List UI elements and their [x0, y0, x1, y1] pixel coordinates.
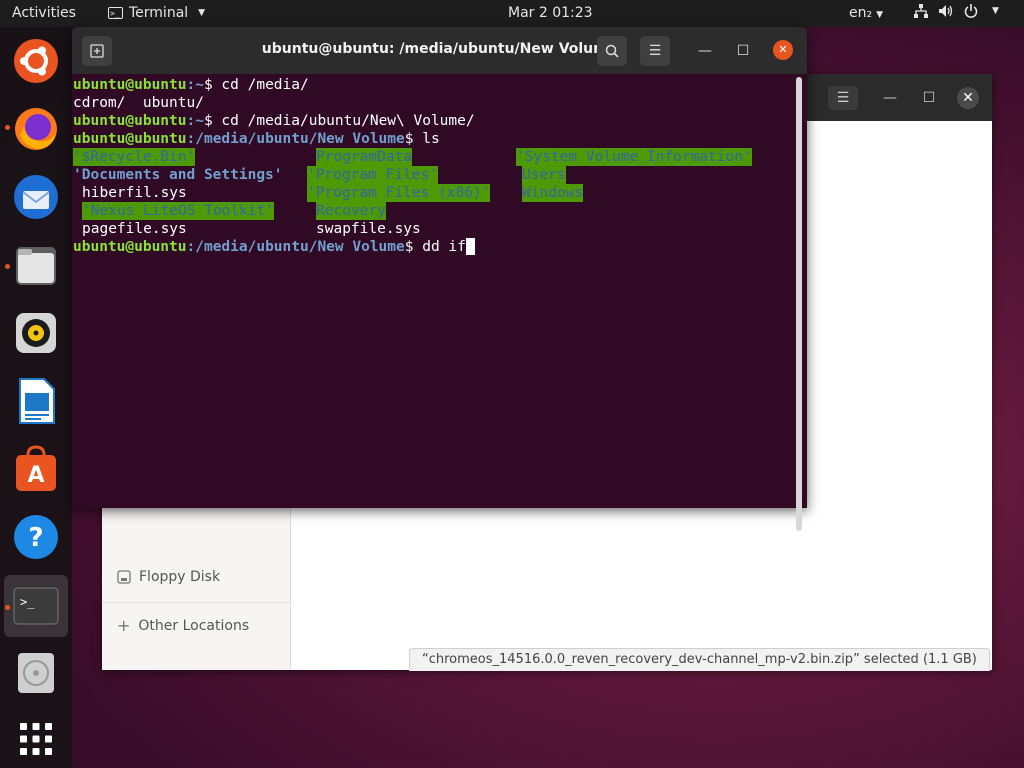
- thunderbird-icon[interactable]: [12, 173, 60, 221]
- ls-entry: ProgramData: [316, 148, 413, 166]
- terminal-window[interactable]: ubuntu@ubuntu: /media/ubuntu/New Volume …: [72, 27, 807, 531]
- terminal-line: ubuntu@ubuntu:/media/ubuntu/New Volume$ …: [73, 130, 793, 148]
- close-icon[interactable]: ✕: [957, 87, 979, 109]
- ls-entry: swapfile.sys: [316, 221, 421, 237]
- ls-entry: 'Nexus LiteOS Toolkit': [82, 202, 275, 220]
- ubuntu-installer-icon[interactable]: [12, 37, 60, 85]
- prompt-path: :/media/ubuntu/New Volume: [186, 131, 405, 147]
- chevron-down-icon: ▼: [876, 10, 884, 20]
- terminal-icon[interactable]: >_: [12, 582, 60, 630]
- terminal-output[interactable]: ubuntu@ubuntu:~$ cd /media/ cdrom/ ubunt…: [73, 74, 793, 506]
- terminal-titlebar[interactable]: ubuntu@ubuntu: /media/ubuntu/New Volume …: [72, 27, 807, 74]
- sidebar-item-floppy[interactable]: Floppy Disk: [117, 569, 220, 585]
- menu-icon: ☰: [648, 43, 662, 59]
- menu-icon[interactable]: ☰: [828, 86, 858, 110]
- floppy-icon: [117, 570, 131, 584]
- ls-entry: 'System Volume Information': [516, 148, 752, 166]
- ls-entry: 'Program Files (x86)': [307, 184, 491, 202]
- ls-entry: 'Program Files': [307, 166, 438, 184]
- sidebar-divider: [102, 602, 290, 603]
- selection-status: “chromeos_14516.0.0_reven_recovery_dev-c…: [409, 648, 990, 671]
- ls-entry: Windows: [522, 184, 584, 202]
- sidebar-item-label: Floppy Disk: [139, 569, 221, 585]
- ls-entry: pagefile.sys: [82, 221, 187, 237]
- terminal-line: cdrom/ ubuntu/: [73, 94, 793, 112]
- svg-text:>_: >_: [20, 595, 35, 609]
- clock[interactable]: Mar 2 01:23: [508, 5, 593, 21]
- firefox-icon[interactable]: [12, 105, 60, 153]
- app-menu[interactable]: >_ Terminal ▼: [108, 5, 205, 21]
- svg-text:A: A: [27, 463, 44, 488]
- power-icon: [964, 4, 978, 18]
- hamburger-menu-button[interactable]: ☰: [640, 36, 670, 66]
- ls-entry: '$Recycle.Bin': [73, 148, 196, 166]
- input-source-menu[interactable]: en₂ ▼: [849, 5, 883, 21]
- maximize-button[interactable]: ☐: [728, 36, 758, 66]
- prompt-path: :~: [186, 77, 204, 93]
- prompt-path: :~: [186, 113, 204, 129]
- prompt-user: ubuntu@ubuntu: [73, 131, 187, 147]
- terminal-line: ubuntu@ubuntu:/media/ubuntu/New Volume$ …: [73, 238, 793, 256]
- ls-row: 'Documents and Settings' 'Program Files'…: [73, 166, 793, 184]
- terminal-app-icon: >_: [108, 7, 123, 19]
- top-bar: Activities >_ Terminal ▼ Mar 2 01:23 en₂…: [0, 0, 1024, 27]
- text-cursor: [465, 238, 475, 255]
- prompt-user: ubuntu@ubuntu: [73, 77, 187, 93]
- chevron-down-icon: ▼: [198, 8, 206, 18]
- ls-row: '$Recycle.Bin' ProgramData 'System Volum…: [73, 148, 793, 166]
- search-button[interactable]: [597, 36, 627, 66]
- minimize-button[interactable]: —: [690, 36, 720, 66]
- ls-entry: Recovery: [316, 202, 386, 220]
- ubuntu-software-icon[interactable]: A: [12, 445, 60, 493]
- libreoffice-writer-icon[interactable]: [12, 377, 60, 425]
- rhythmbox-icon[interactable]: [12, 309, 60, 357]
- command-text: $ dd if: [404, 239, 466, 255]
- command-text: $ ls: [404, 131, 440, 147]
- minimize-icon: —: [698, 43, 712, 59]
- activities-button[interactable]: Activities: [12, 5, 76, 21]
- system-tray[interactable]: ▼: [914, 4, 999, 18]
- maximize-icon: ☐: [736, 43, 750, 59]
- output-text: cdrom/ ubuntu/: [73, 95, 204, 111]
- plus-icon: +: [117, 616, 131, 635]
- volume-icon: [939, 5, 953, 17]
- terminal-scrollbar[interactable]: [796, 77, 802, 531]
- help-icon[interactable]: ?: [12, 513, 60, 561]
- terminal-line: ubuntu@ubuntu:~$ cd /media/: [73, 76, 793, 94]
- ls-entry: Users: [522, 166, 566, 184]
- dock: A ? >_: [0, 27, 72, 768]
- files-icon[interactable]: [12, 241, 60, 289]
- command-text: $ cd /media/ubuntu/New\ Volume/: [203, 113, 475, 129]
- svg-text:?: ?: [28, 523, 43, 553]
- ls-row: hiberfil.sys 'Program Files (x86)' Windo…: [73, 184, 793, 202]
- prompt-path: :/media/ubuntu/New Volume: [186, 239, 405, 255]
- close-button[interactable]: ✕: [773, 40, 793, 60]
- ls-entry: hiberfil.sys: [82, 185, 187, 201]
- ls-entry: 'Documents and Settings': [73, 167, 283, 183]
- maximize-icon[interactable]: ☐: [917, 86, 941, 110]
- terminal-line: ubuntu@ubuntu:~$ cd /media/ubuntu/New\ V…: [73, 112, 793, 130]
- prompt-user: ubuntu@ubuntu: [73, 113, 187, 129]
- minimize-icon[interactable]: —: [878, 86, 902, 110]
- chevron-down-icon: ▼: [992, 6, 999, 16]
- network-icon: [914, 4, 928, 18]
- command-text: $ cd /media/: [203, 77, 309, 93]
- close-icon: ✕: [778, 43, 788, 56]
- optical-drive-icon[interactable]: [12, 649, 60, 697]
- running-indicator: [5, 605, 10, 610]
- search-icon: [605, 44, 619, 58]
- app-menu-label: Terminal: [129, 5, 189, 21]
- sidebar-item-other-locations[interactable]: + Other Locations: [117, 616, 249, 635]
- input-source-label: en₂: [849, 5, 873, 21]
- running-indicator: [5, 264, 10, 269]
- sidebar-item-label: Other Locations: [138, 617, 250, 634]
- prompt-user: ubuntu@ubuntu: [73, 239, 187, 255]
- ls-row: pagefile.sys swapfile.sys: [73, 220, 793, 238]
- ls-row: 'Nexus LiteOS Toolkit' Recovery: [73, 202, 793, 220]
- show-applications-icon[interactable]: [12, 715, 60, 763]
- running-indicator: [5, 125, 10, 130]
